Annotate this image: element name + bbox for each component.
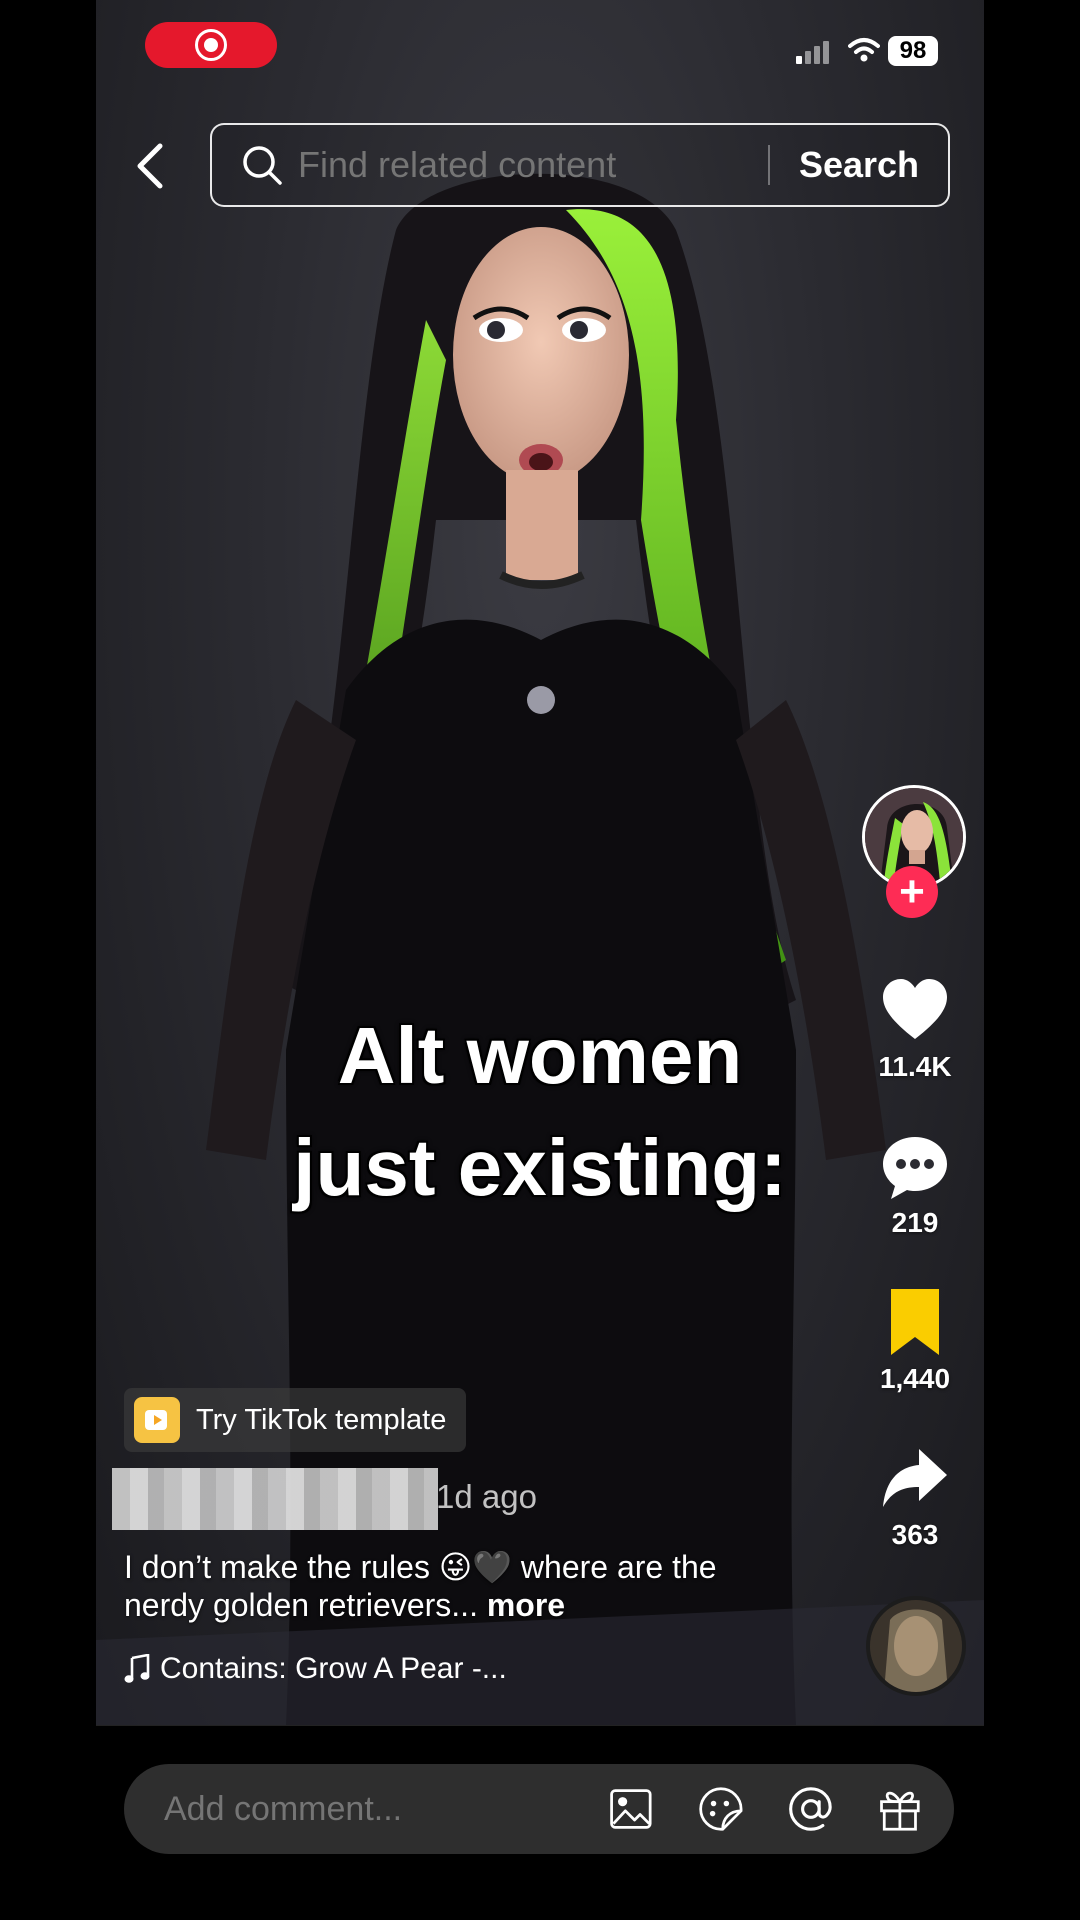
description-more-link[interactable]: more (487, 1587, 565, 1623)
battery-indicator: 98 (888, 36, 938, 66)
description-text: I don’t make the rules 😜🖤 where are the … (124, 1549, 717, 1623)
like-action[interactable]: 11.4K (860, 975, 970, 1083)
follow-button[interactable]: + (886, 866, 938, 918)
share-count: 363 (891, 1519, 939, 1550)
chevron-left-icon[interactable] (130, 140, 170, 192)
video-description[interactable]: I don’t make the rules 😜🖤 where are the … (124, 1548, 784, 1624)
tiktok-screen: 98 Search Alt women just existing: + (96, 0, 984, 1920)
music-note-icon (124, 1654, 150, 1683)
bookmark-icon (891, 1289, 939, 1355)
share-action[interactable]: 363 (860, 1443, 970, 1551)
sound-label: Contains: Grow A Pear -... (160, 1652, 507, 1685)
save-count: 1,440 (879, 1363, 951, 1394)
like-count: 11.4K (878, 1051, 952, 1082)
magnifier-icon (243, 146, 282, 185)
image-icon[interactable] (607, 1783, 655, 1835)
comment-bubble-icon (883, 1137, 947, 1199)
username-redacted[interactable] (112, 1468, 438, 1530)
screen-record-indicator[interactable] (145, 22, 277, 68)
comment-action[interactable]: 219 (860, 1131, 970, 1239)
video-player[interactable] (96, 0, 984, 1725)
status-bar: 98 (96, 0, 984, 95)
template-chip[interactable]: Try TikTok template (124, 1388, 467, 1452)
heart-icon (883, 979, 947, 1039)
wifi-icon (848, 38, 880, 62)
comment-count: 219 (891, 1207, 939, 1238)
overlay-line-2: just existing: (293, 1123, 787, 1212)
sound-link[interactable]: Contains: Grow A Pear -... (124, 1652, 507, 1686)
search-button[interactable]: Search (770, 144, 948, 186)
music-disc-icon[interactable] (866, 1596, 966, 1696)
screen-record-icon (195, 29, 227, 61)
mention-icon[interactable] (787, 1783, 835, 1835)
video-caption-overlay: Alt women just existing: (96, 1000, 984, 1224)
gift-icon[interactable] (876, 1783, 924, 1835)
sticker-icon[interactable] (697, 1783, 745, 1835)
comment-bar[interactable] (124, 1764, 954, 1854)
cellular-signal-icon (796, 40, 829, 64)
comment-input[interactable] (164, 1789, 607, 1829)
share-arrow-icon (883, 1449, 947, 1507)
video-frame (96, 173, 984, 1725)
template-icon (134, 1397, 180, 1443)
search-input[interactable] (298, 144, 768, 186)
post-time: 1d ago (436, 1478, 537, 1515)
music-cover-image (870, 1600, 962, 1692)
search-bar[interactable]: Search (210, 123, 950, 207)
template-label: Try TikTok template (196, 1403, 447, 1436)
overlay-line-1: Alt women (337, 1011, 743, 1100)
save-action[interactable]: 1,440 (860, 1287, 970, 1395)
comment-area (96, 1725, 984, 1920)
